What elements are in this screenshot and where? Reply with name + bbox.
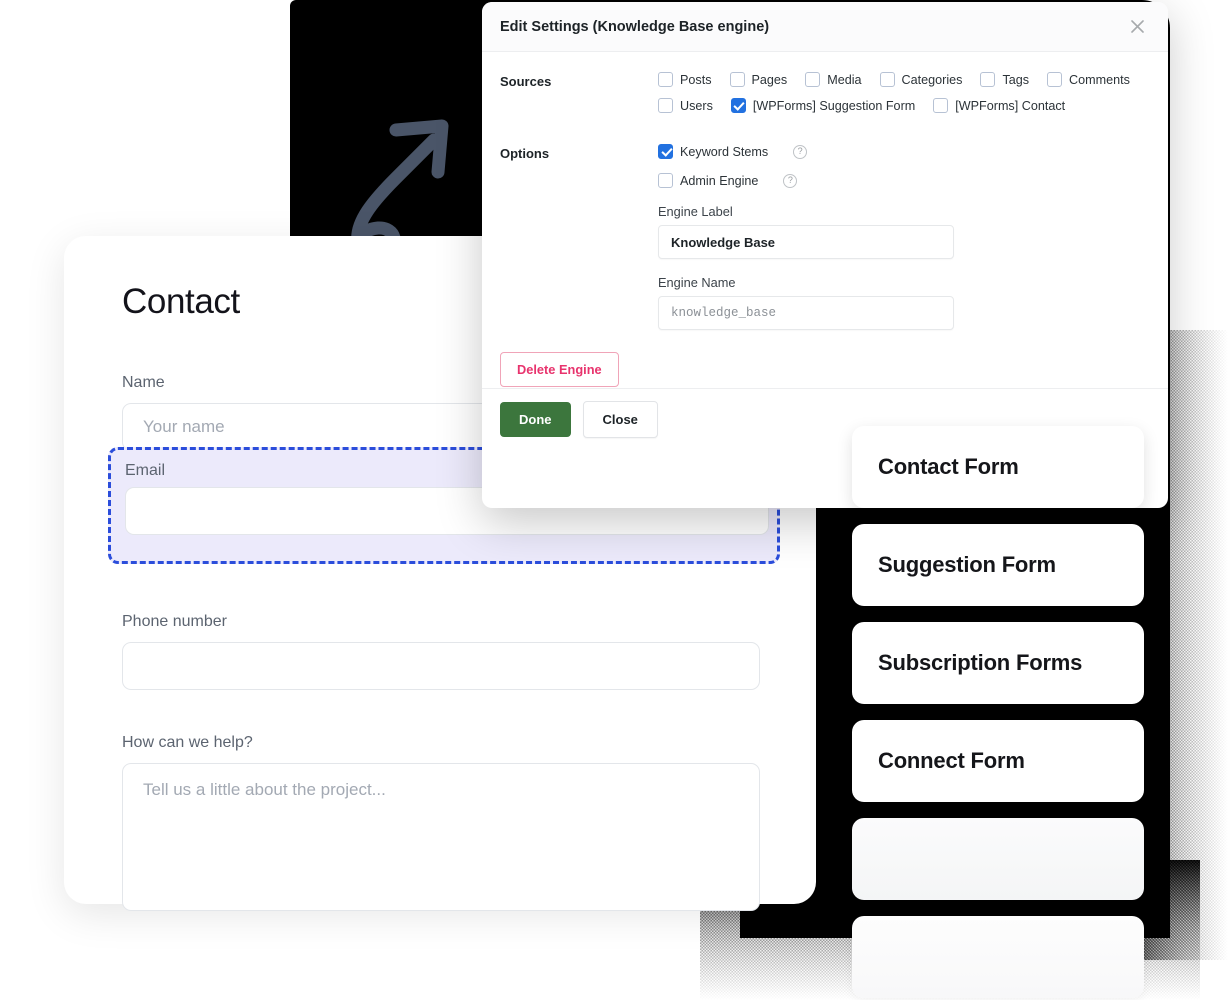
form-list-item-faded-1[interactable] bbox=[852, 818, 1144, 900]
checkbox-box-comments[interactable] bbox=[1047, 72, 1063, 87]
help-icon-keyword-stems[interactable]: ? bbox=[793, 144, 808, 159]
checkbox-label-categories: Categories bbox=[901, 72, 963, 87]
options-row: Options Keyword Stems ? Admin Engine ? E… bbox=[482, 144, 1168, 330]
sources-checkbox-line-1: Posts Pages Media Categories Tags Commen… bbox=[658, 72, 1168, 87]
form-card-label: Connect Form bbox=[878, 748, 1025, 773]
checkbox-label-wpforms-contact: [WPForms] Contact bbox=[955, 98, 1066, 113]
engine-name-input[interactable] bbox=[658, 296, 954, 330]
checkbox-keyword-stems[interactable]: Keyword Stems bbox=[658, 144, 768, 159]
checkbox-label-tags: Tags bbox=[1002, 72, 1030, 87]
form-list-item-faded-2[interactable] bbox=[852, 916, 1144, 998]
checkbox-box-users[interactable] bbox=[658, 98, 673, 113]
checkbox-label-keyword-stems: Keyword Stems bbox=[680, 144, 769, 159]
checkbox-label-users: Users bbox=[680, 98, 713, 113]
form-card-label: Contact Form bbox=[878, 454, 1019, 479]
checkbox-box-pages[interactable] bbox=[729, 72, 745, 87]
checkbox-box-wpforms-contact[interactable] bbox=[933, 98, 949, 113]
help-icon-admin-engine[interactable]: ? bbox=[783, 173, 798, 188]
checkbox-pages[interactable]: Pages bbox=[729, 72, 788, 87]
option-admin-engine: Admin Engine ? bbox=[658, 173, 1168, 188]
sources-label: Sources bbox=[500, 74, 552, 89]
checkbox-box-tags[interactable] bbox=[980, 72, 996, 87]
form-card-label: Subscription Forms bbox=[878, 650, 1083, 675]
engine-name-label: Engine Name bbox=[658, 275, 736, 290]
dialog-title: Edit Settings (Knowledge Base engine) bbox=[500, 18, 770, 35]
checkbox-users[interactable]: Users bbox=[658, 98, 713, 113]
form-list-item-contact-form[interactable]: Contact Form bbox=[852, 426, 1144, 508]
checkbox-label-wpforms-suggestion-form: [WPForms] Suggestion Form bbox=[752, 98, 916, 113]
dialog-body: Sources Posts Pages Media Categories Tag… bbox=[482, 52, 1168, 450]
contact-label-message: How can we help? bbox=[122, 734, 253, 751]
options-label: Options bbox=[500, 146, 550, 161]
checkbox-posts[interactable]: Posts bbox=[658, 72, 712, 87]
contact-field-message: How can we help? bbox=[122, 734, 760, 911]
contact-field-phone: Phone number bbox=[122, 613, 760, 690]
checkbox-label-pages: Pages bbox=[751, 72, 788, 87]
checkbox-box-posts[interactable] bbox=[658, 72, 673, 87]
engine-label-label: Engine Label bbox=[658, 204, 733, 219]
checkbox-label-comments: Comments bbox=[1069, 72, 1130, 87]
contact-label-phone: Phone number bbox=[122, 613, 227, 630]
sources-checkbox-line-2: Users [WPForms] Suggestion Form [WPForms… bbox=[658, 98, 1168, 113]
checkbox-tags[interactable]: Tags bbox=[980, 72, 1029, 87]
sources-row: Sources Posts Pages Media Categories Tag… bbox=[482, 72, 1168, 124]
checkbox-label-media: Media bbox=[827, 72, 862, 87]
checkbox-media[interactable]: Media bbox=[805, 72, 862, 87]
done-button[interactable]: Done bbox=[500, 402, 571, 437]
engine-label-input[interactable] bbox=[658, 225, 954, 259]
checkbox-categories[interactable]: Categories bbox=[879, 72, 963, 87]
screenshot-stage: Contact Name Phone number How can we hel… bbox=[0, 0, 1228, 1000]
form-list-item-suggestion-form[interactable]: Suggestion Form bbox=[852, 524, 1144, 606]
form-list-item-subscription-forms[interactable]: Subscription Forms bbox=[852, 622, 1144, 704]
checkbox-admin-engine[interactable]: Admin Engine bbox=[658, 173, 758, 188]
close-icon[interactable] bbox=[1124, 14, 1150, 40]
checkbox-box-keyword-stems[interactable] bbox=[658, 144, 673, 159]
form-list-item-connect-form[interactable]: Connect Form bbox=[852, 720, 1144, 802]
delete-engine-button[interactable]: Delete Engine bbox=[500, 352, 619, 387]
checkbox-label-admin-engine: Admin Engine bbox=[680, 173, 759, 188]
checkbox-box-wpforms-suggestion-form[interactable] bbox=[730, 98, 746, 113]
option-keyword-stems: Keyword Stems ? bbox=[658, 144, 1168, 159]
checkbox-box-media[interactable] bbox=[805, 72, 821, 87]
checkbox-wpforms-contact[interactable]: [WPForms] Contact bbox=[933, 98, 1065, 113]
message-textarea[interactable] bbox=[122, 763, 760, 911]
checkbox-box-categories[interactable] bbox=[879, 72, 895, 87]
checkbox-wpforms-suggestion-form[interactable]: [WPForms] Suggestion Form bbox=[730, 98, 916, 113]
checkbox-comments[interactable]: Comments bbox=[1047, 72, 1130, 87]
checkbox-label-posts: Posts bbox=[680, 72, 712, 87]
close-button[interactable]: Close bbox=[582, 401, 658, 438]
dialog-header: Edit Settings (Knowledge Base engine) bbox=[482, 2, 1168, 52]
phone-input[interactable] bbox=[122, 642, 760, 690]
checkbox-box-admin-engine[interactable] bbox=[658, 173, 673, 188]
form-card-label: Suggestion Form bbox=[878, 552, 1056, 577]
